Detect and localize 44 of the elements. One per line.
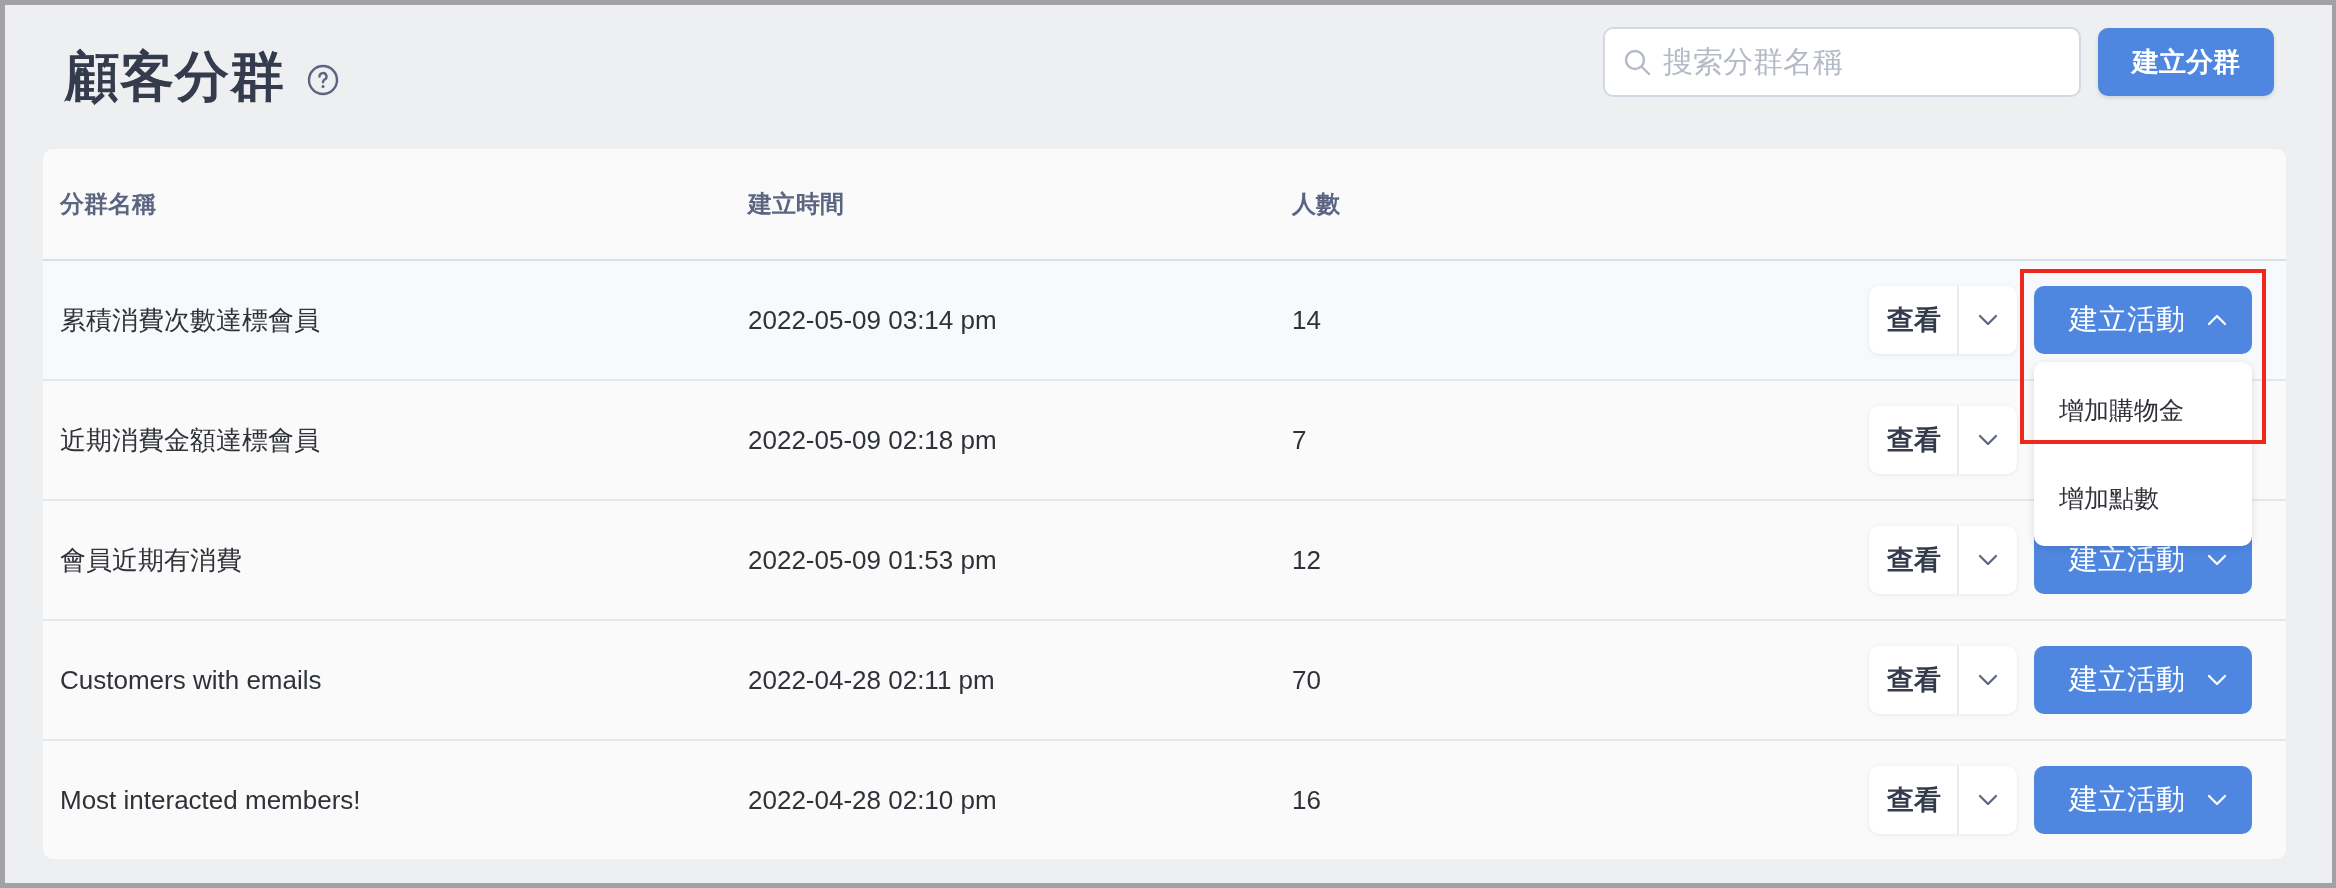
menu-item[interactable]: 增加購物金 <box>2034 366 2252 454</box>
segment-name-cell-text: 累積消費次數達標會員 <box>60 303 321 337</box>
count-cell-text: 14 <box>1292 304 1322 336</box>
help-icon[interactable] <box>307 64 339 96</box>
view-button[interactable]: 查看 <box>1869 766 1959 834</box>
column-header: 人數 <box>1292 189 1341 219</box>
chevron-down-icon <box>2207 554 2227 566</box>
search-field[interactable]: 搜索分群名稱 <box>1603 27 2081 97</box>
count-cell-text: 12 <box>1292 544 1322 576</box>
created-time-cell-text: 2022-05-09 03:14 pm <box>748 304 998 336</box>
chevron-down-icon <box>1978 674 1998 686</box>
chevron-down-icon <box>1978 794 1998 806</box>
created-time-cell-text: 2022-04-28 02:10 pm <box>748 784 998 816</box>
created-time-cell-text: 2022-05-09 02:18 pm <box>748 424 998 456</box>
segment-name-cell-text: Most interacted members! <box>60 784 362 816</box>
create-campaign-button[interactable]: 建立活動 <box>2034 646 2252 714</box>
chevron-down-icon <box>1978 554 1998 566</box>
view-button[interactable]: 查看 <box>1869 286 1959 354</box>
created-time-cell-text: 2022-04-28 02:11 pm <box>748 664 996 696</box>
chevron-down-icon <box>2207 674 2227 686</box>
segment-name-cell-text: 近期消費金額達標會員 <box>60 423 321 457</box>
chevron-down-icon <box>1978 434 1998 446</box>
create-campaign-label: 建立活動 <box>2069 662 2185 697</box>
chevron-up-icon <box>2207 314 2227 326</box>
count-cell-text: 16 <box>1292 784 1322 816</box>
view-button[interactable]: 查看 <box>1869 526 1959 594</box>
chevron-down-icon <box>2207 794 2227 806</box>
create-segment-button[interactable]: 建立分群 <box>2098 28 2274 96</box>
chevron-down-icon <box>1978 314 1998 326</box>
segment-name-cell-text: 會員近期有消費 <box>60 543 243 577</box>
segment-name-cell-text: Customers with emails <box>60 664 323 696</box>
create-campaign-label: 建立活動 <box>2069 782 2185 817</box>
view-button[interactable]: 查看 <box>1869 406 1959 474</box>
view-button[interactable]: 查看 <box>1869 646 1959 714</box>
create-campaign-label: 建立活動 <box>2069 542 2185 577</box>
created-time-cell-text: 2022-05-09 01:53 pm <box>748 544 998 576</box>
page-title: 顧客分群 <box>65 44 285 108</box>
count-cell-text: 70 <box>1292 664 1322 696</box>
count-cell-text: 7 <box>1292 424 1308 456</box>
column-header: 分群名稱 <box>60 189 157 219</box>
create-campaign-button[interactable]: 建立活動 <box>2034 766 2252 834</box>
create-campaign-button[interactable]: 建立活動 <box>2034 286 2252 354</box>
column-header: 建立時間 <box>748 189 845 219</box>
create-campaign-label: 建立活動 <box>2069 302 2185 337</box>
